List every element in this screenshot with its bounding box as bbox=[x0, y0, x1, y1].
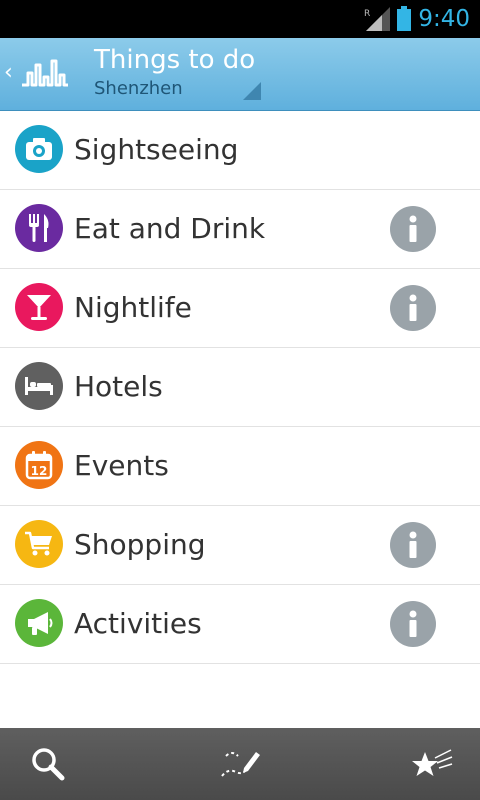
signal-icon: R bbox=[364, 7, 390, 31]
fork-knife-icon bbox=[15, 204, 63, 252]
list-item-eat-and-drink[interactable]: Eat and Drink bbox=[0, 190, 480, 269]
info-button[interactable] bbox=[390, 522, 436, 568]
info-button[interactable] bbox=[390, 601, 436, 647]
city-skyline-icon[interactable] bbox=[20, 55, 70, 95]
list-item-label: Sightseeing bbox=[74, 133, 239, 166]
list-item-label: Eat and Drink bbox=[74, 212, 266, 245]
list-item-label: Shopping bbox=[74, 528, 206, 561]
search-icon bbox=[32, 748, 65, 781]
list-item-events[interactable]: 12 Events bbox=[0, 427, 480, 506]
calendar-icon: 12 bbox=[15, 441, 63, 489]
list-item-shopping[interactable]: Shopping bbox=[0, 506, 480, 585]
network-roaming-indicator: R bbox=[364, 9, 370, 19]
list-item-label: Events bbox=[74, 449, 169, 482]
list-item-label: Hotels bbox=[74, 370, 163, 403]
bottom-toolbar bbox=[0, 728, 480, 800]
list-item-nightlife[interactable]: Nightlife bbox=[0, 269, 480, 348]
bed-icon bbox=[15, 362, 63, 410]
spinner-indicator-icon bbox=[243, 82, 261, 100]
status-bar: R 9:40 bbox=[0, 0, 480, 38]
city-subtitle: Shenzhen bbox=[94, 78, 183, 99]
search-button[interactable] bbox=[18, 738, 78, 790]
list-item-sightseeing[interactable]: Sightseeing bbox=[0, 111, 480, 190]
info-button[interactable] bbox=[390, 206, 436, 252]
list-item-label: Nightlife bbox=[74, 291, 192, 324]
pencil-route-icon bbox=[221, 752, 260, 777]
info-icon bbox=[409, 215, 417, 242]
calendar-day: 12 bbox=[31, 464, 48, 478]
info-button[interactable] bbox=[390, 285, 436, 331]
list-item-activities[interactable]: Activities bbox=[0, 585, 480, 664]
stars-icon bbox=[412, 749, 453, 776]
info-icon bbox=[409, 294, 417, 321]
clock: 9:40 bbox=[418, 6, 470, 32]
cocktail-icon bbox=[15, 283, 63, 331]
info-icon bbox=[409, 610, 417, 637]
info-icon bbox=[409, 531, 417, 558]
list-item-label: Activities bbox=[74, 607, 202, 640]
camera-icon bbox=[15, 125, 63, 173]
location-spinner[interactable]: Things to do Shenzhen bbox=[94, 44, 364, 104]
battery-icon bbox=[397, 6, 411, 31]
shopping-cart-icon bbox=[15, 520, 63, 568]
favorites-button[interactable] bbox=[402, 738, 462, 790]
route-edit-button[interactable] bbox=[210, 738, 270, 790]
page-title: Things to do bbox=[94, 45, 256, 75]
chevron-left-icon[interactable]: ‹ bbox=[4, 62, 18, 86]
megaphone-icon bbox=[15, 599, 63, 647]
category-list: Sightseeing Eat and Drink Nightlife Hote… bbox=[0, 111, 480, 664]
list-item-hotels[interactable]: Hotels bbox=[0, 348, 480, 427]
